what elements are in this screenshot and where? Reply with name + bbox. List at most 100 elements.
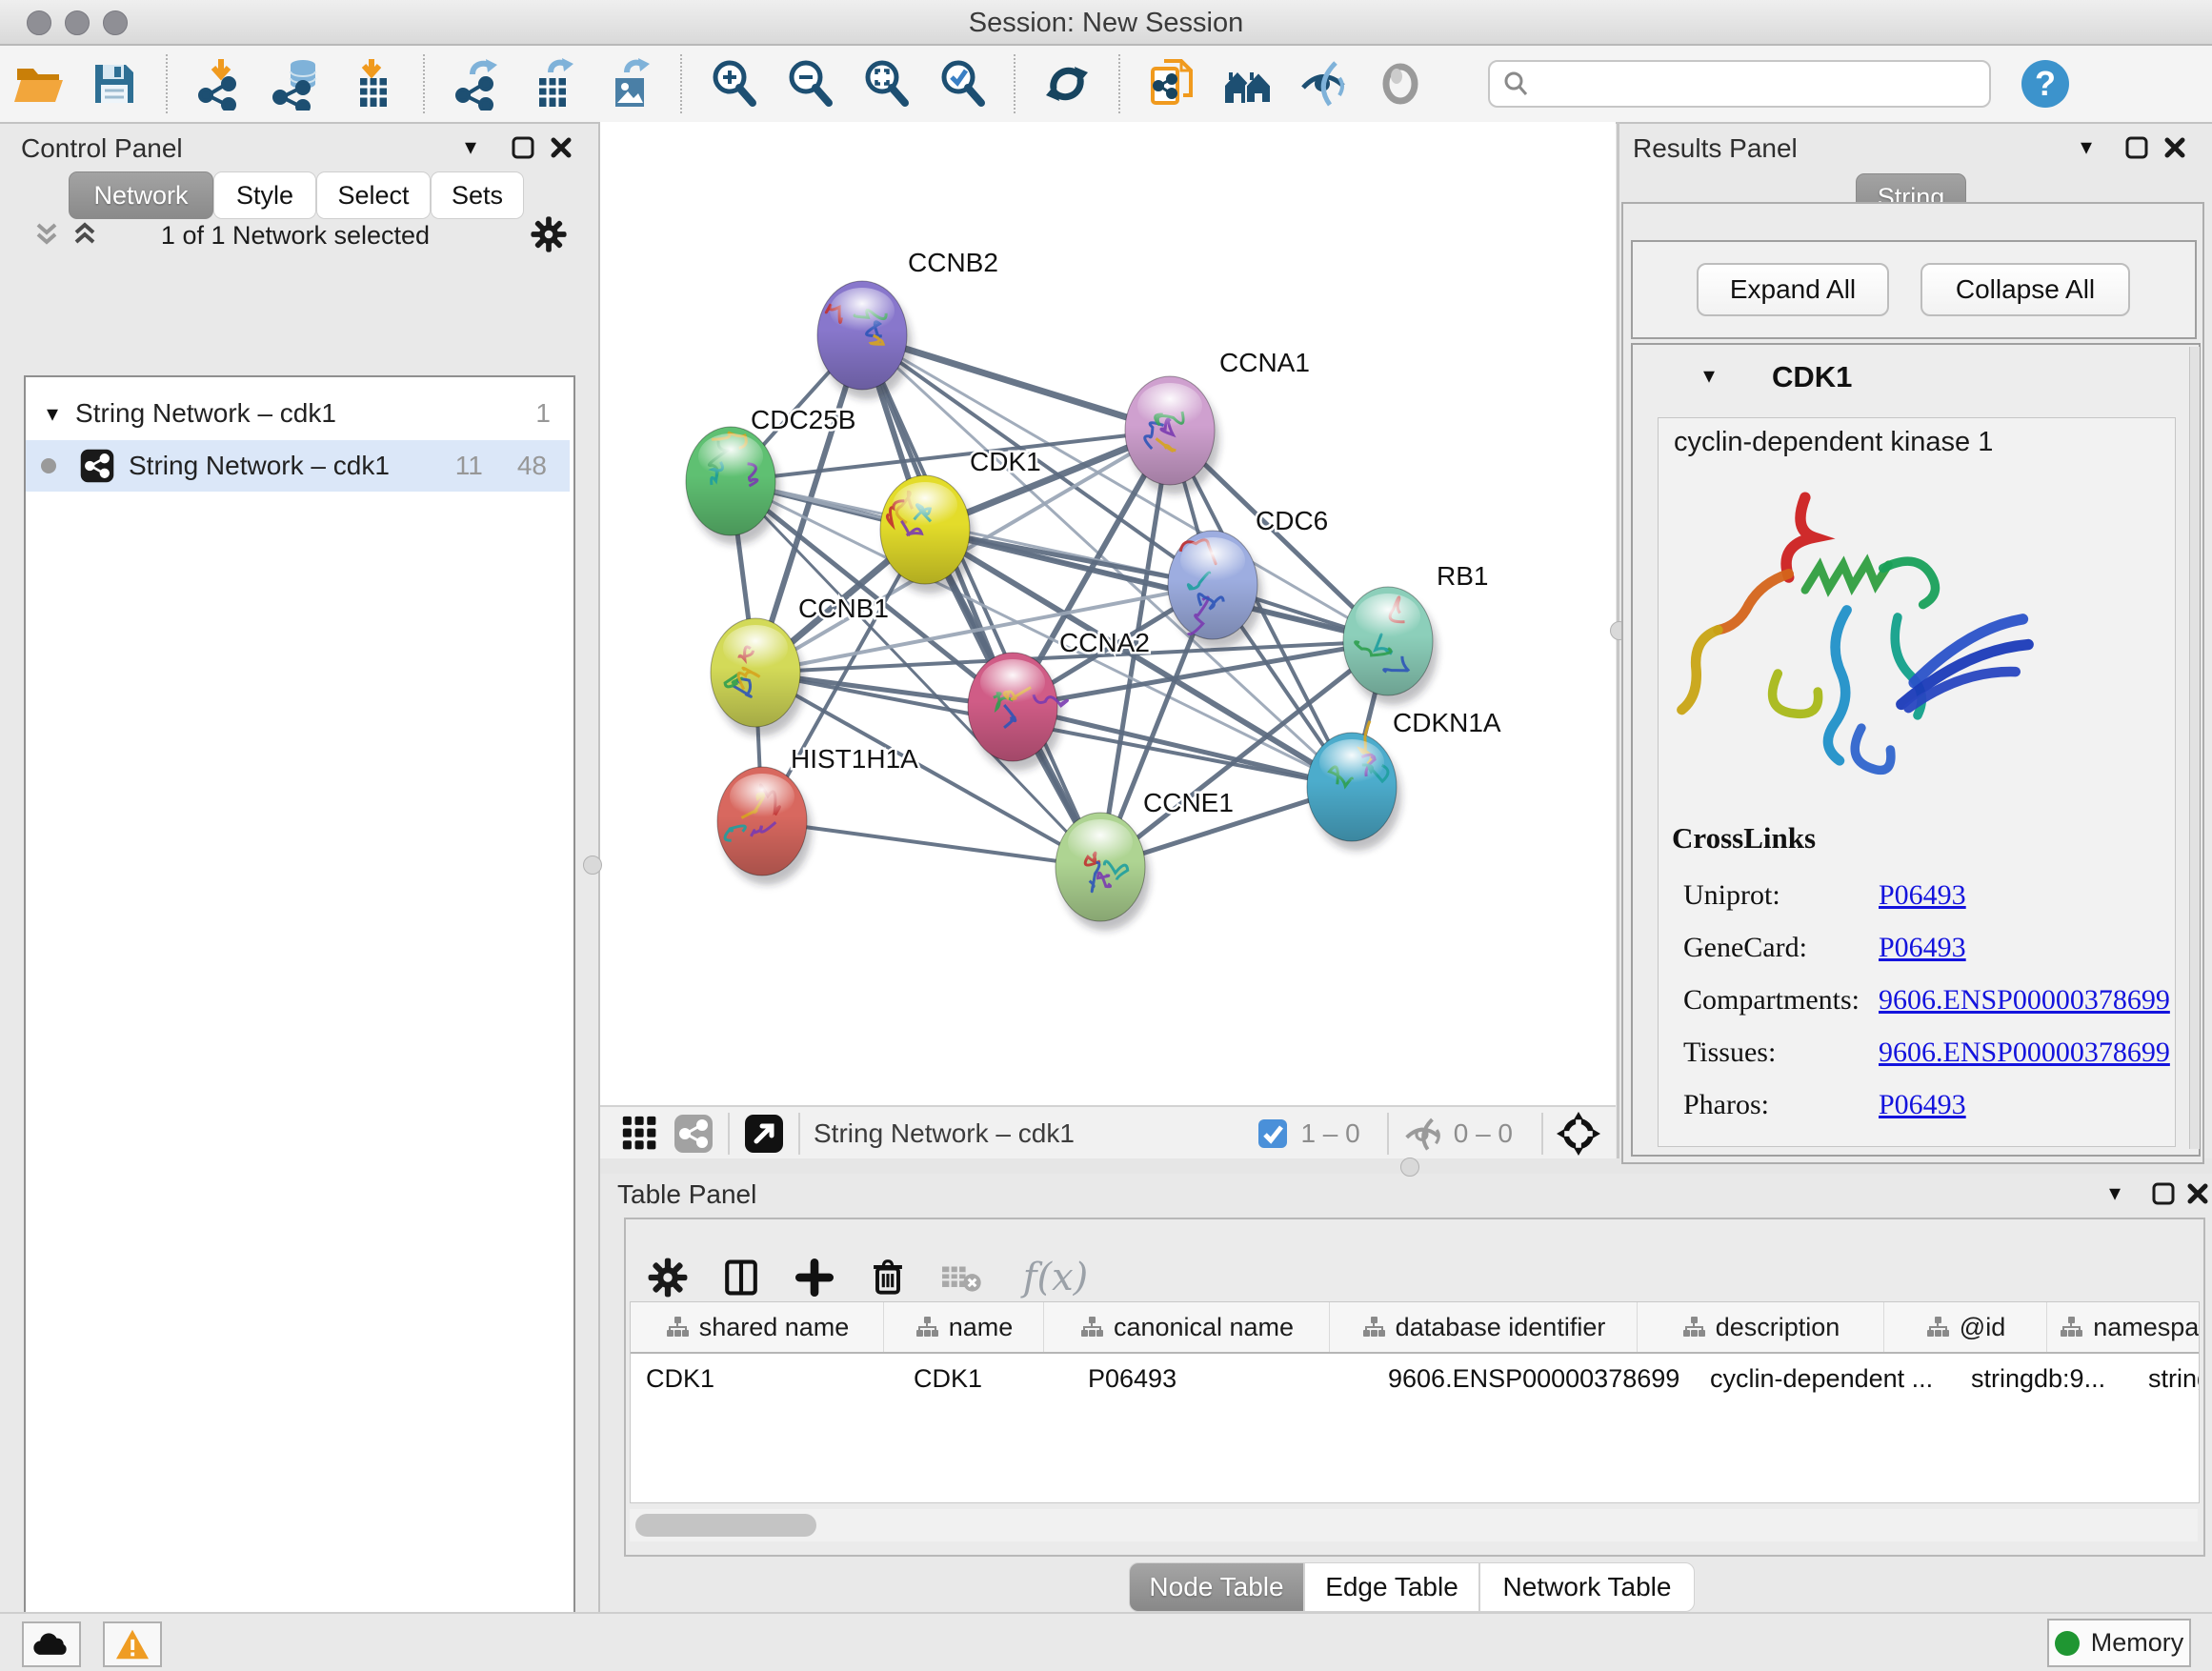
tab-sets[interactable]: Sets (431, 171, 524, 219)
table-cell[interactable]: 9606.ENSP00000378699 (1373, 1354, 1695, 1403)
column-header-description[interactable]: description (1638, 1302, 1884, 1352)
delete-column-button[interactable] (856, 1246, 919, 1309)
crosslink-value-link[interactable]: P06493 (1879, 932, 1966, 964)
warnings-button[interactable] (103, 1621, 162, 1667)
export-table-button[interactable] (525, 56, 580, 111)
import-table-button[interactable] (344, 56, 399, 111)
network-collection-row[interactable]: ▾ String Network – cdk1 1 (26, 391, 570, 436)
protein-structure-image[interactable] (1669, 469, 2050, 802)
edge-CCNA2-CDKN1A[interactable] (1013, 707, 1352, 787)
search-box[interactable] (1488, 60, 1991, 108)
table-cell[interactable]: CDK1 (631, 1354, 898, 1403)
results-panel-maximize-icon[interactable] (2124, 135, 2149, 160)
expand-all-networks-icon[interactable] (32, 219, 61, 250)
node-CCNA2[interactable] (968, 653, 1067, 771)
add-column-button[interactable] (783, 1246, 846, 1309)
tab-network[interactable]: Network (69, 171, 213, 219)
collapse-all-networks-icon[interactable] (70, 219, 99, 250)
table-panel-maximize-icon[interactable] (2151, 1181, 2176, 1206)
gene-collapse-icon[interactable]: ▾ (1703, 362, 1715, 390)
node-CCNB1[interactable] (711, 618, 805, 736)
node-CCNB2[interactable] (817, 281, 912, 399)
save-session-button[interactable] (87, 56, 142, 111)
table-panel-close-icon[interactable] (2185, 1181, 2210, 1206)
node-HIST1H1A[interactable] (717, 767, 812, 885)
edge-CCNB2-CCNE1[interactable] (862, 335, 1100, 867)
column-header-name[interactable]: name (884, 1302, 1044, 1352)
zoom-selected-button[interactable] (935, 56, 990, 111)
node-table[interactable]: shared namenamecanonical namedatabase id… (630, 1301, 2200, 1503)
edge-CCNE1-HIST1H1A[interactable] (762, 821, 1100, 867)
export-image-button[interactable] (601, 56, 656, 111)
fit-content-crosshair-icon[interactable] (1557, 1112, 1600, 1156)
export-network-button[interactable] (449, 56, 504, 111)
column-header-namespace[interactable]: namespace (2047, 1302, 2200, 1352)
table-cell[interactable]: stringdb (2133, 1354, 2200, 1403)
memory-button[interactable]: Memory (2047, 1619, 2191, 1667)
network-row-selected[interactable]: String Network – cdk1 11 48 (26, 440, 570, 492)
table-hscrollbar[interactable] (630, 1509, 2198, 1541)
column-header--id[interactable]: @id (1884, 1302, 2047, 1352)
table-settings-button[interactable] (636, 1246, 699, 1309)
table-cell[interactable]: P06493 (1073, 1354, 1373, 1403)
glass-pane-button[interactable] (1373, 56, 1428, 111)
horizontal-splitter-handle[interactable] (1400, 1158, 1419, 1177)
crosslink-value-link[interactable]: 9606.ENSP00000378699 (1879, 1037, 2170, 1069)
table-hscroll-thumb[interactable] (635, 1514, 816, 1537)
results-panel-close-icon[interactable] (2162, 135, 2187, 160)
plus-icon (794, 1257, 835, 1299)
zoom-in-button[interactable] (706, 56, 761, 111)
tab-edge-table[interactable]: Edge Table (1304, 1562, 1479, 1612)
search-input[interactable] (1530, 69, 1978, 100)
expand-all-button[interactable]: Expand All (1697, 263, 1889, 316)
show-columns-button[interactable] (710, 1246, 773, 1309)
share-view-icon[interactable] (673, 1113, 714, 1155)
left-splitter-handle[interactable] (583, 856, 602, 875)
crosslink-value-link[interactable]: 9606.ENSP00000378699 (1879, 984, 2170, 1017)
open-session-button[interactable] (10, 56, 66, 111)
zoom-fit-icon (859, 57, 913, 111)
crosslink-value-link[interactable]: P06493 (1879, 879, 1966, 912)
string-home-button[interactable] (1220, 56, 1276, 111)
node-CCNA1[interactable] (1125, 376, 1219, 494)
string-network-graph[interactable]: CCNB2CCNA1CDC25BCDK1CDC6RB1CCNB1CCNA2CDK… (600, 122, 1616, 1105)
tab-select[interactable]: Select (316, 171, 431, 219)
help-button[interactable]: ? (2018, 56, 2073, 111)
import-network-database-button[interactable] (268, 56, 323, 111)
column-header-canonical-name[interactable]: canonical name (1044, 1302, 1330, 1352)
crosslink-value-link[interactable]: P06493 (1879, 1089, 1966, 1121)
table-panel-float-icon[interactable]: ▾ (2109, 1179, 2121, 1207)
import-network-file-button[interactable] (191, 56, 247, 111)
refresh-view-button[interactable] (1039, 56, 1095, 111)
network-view-canvas[interactable]: CCNB2CCNA1CDC25BCDK1CDC6RB1CCNB1CCNA2CDK… (600, 122, 1616, 1105)
table-row[interactable]: CDK1CDK1P064939606.ENSP00000378699cyclin… (631, 1354, 2199, 1403)
table-cell[interactable]: cyclin-dependent ... (1695, 1354, 1956, 1403)
node-CDK1[interactable] (880, 475, 975, 594)
cloud-status-button[interactable] (22, 1621, 81, 1667)
zoom-fit-button[interactable] (858, 56, 914, 111)
tab-network-table[interactable]: Network Table (1479, 1562, 1695, 1612)
string-import-button[interactable] (1144, 56, 1199, 111)
zoom-out-button[interactable] (782, 56, 837, 111)
selected-checkbox-icon[interactable] (1257, 1117, 1289, 1150)
export-table-icon (526, 57, 579, 111)
collection-expand-icon[interactable]: ▾ (47, 400, 58, 428)
tab-node-table[interactable]: Node Table (1129, 1562, 1304, 1612)
control-panel-float-icon[interactable]: ▾ (465, 133, 476, 161)
control-panel-maximize-icon[interactable] (511, 135, 535, 160)
results-panel-float-icon[interactable]: ▾ (2081, 133, 2092, 161)
tab-style[interactable]: Style (213, 171, 316, 219)
collapse-all-button[interactable]: Collapse All (1920, 263, 2130, 316)
control-panel-close-icon[interactable] (549, 135, 573, 160)
column-header-shared-name[interactable]: shared name (631, 1302, 884, 1352)
column-header-database-identifier[interactable]: database identifier (1330, 1302, 1638, 1352)
network-options-gear-icon[interactable] (530, 215, 568, 253)
hide-glass-pane-button[interactable] (1297, 56, 1352, 111)
birds-eye-grid-icon[interactable] (621, 1115, 659, 1153)
results-scrollbar[interactable] (2189, 347, 2200, 1149)
table-cell[interactable]: CDK1 (898, 1354, 1073, 1403)
open-in-window-icon[interactable] (743, 1113, 785, 1155)
node-RB1[interactable] (1343, 587, 1438, 705)
table-cell[interactable]: stringdb:9... (1956, 1354, 2133, 1403)
node-CCNE1[interactable] (1056, 813, 1150, 931)
